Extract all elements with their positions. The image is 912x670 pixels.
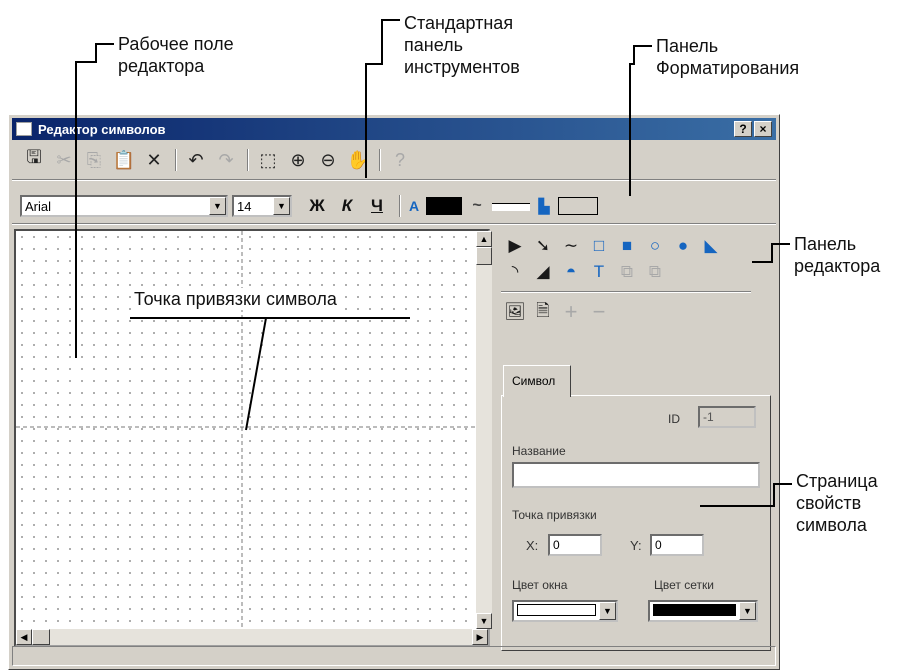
leader-lines bbox=[75, 19, 792, 507]
